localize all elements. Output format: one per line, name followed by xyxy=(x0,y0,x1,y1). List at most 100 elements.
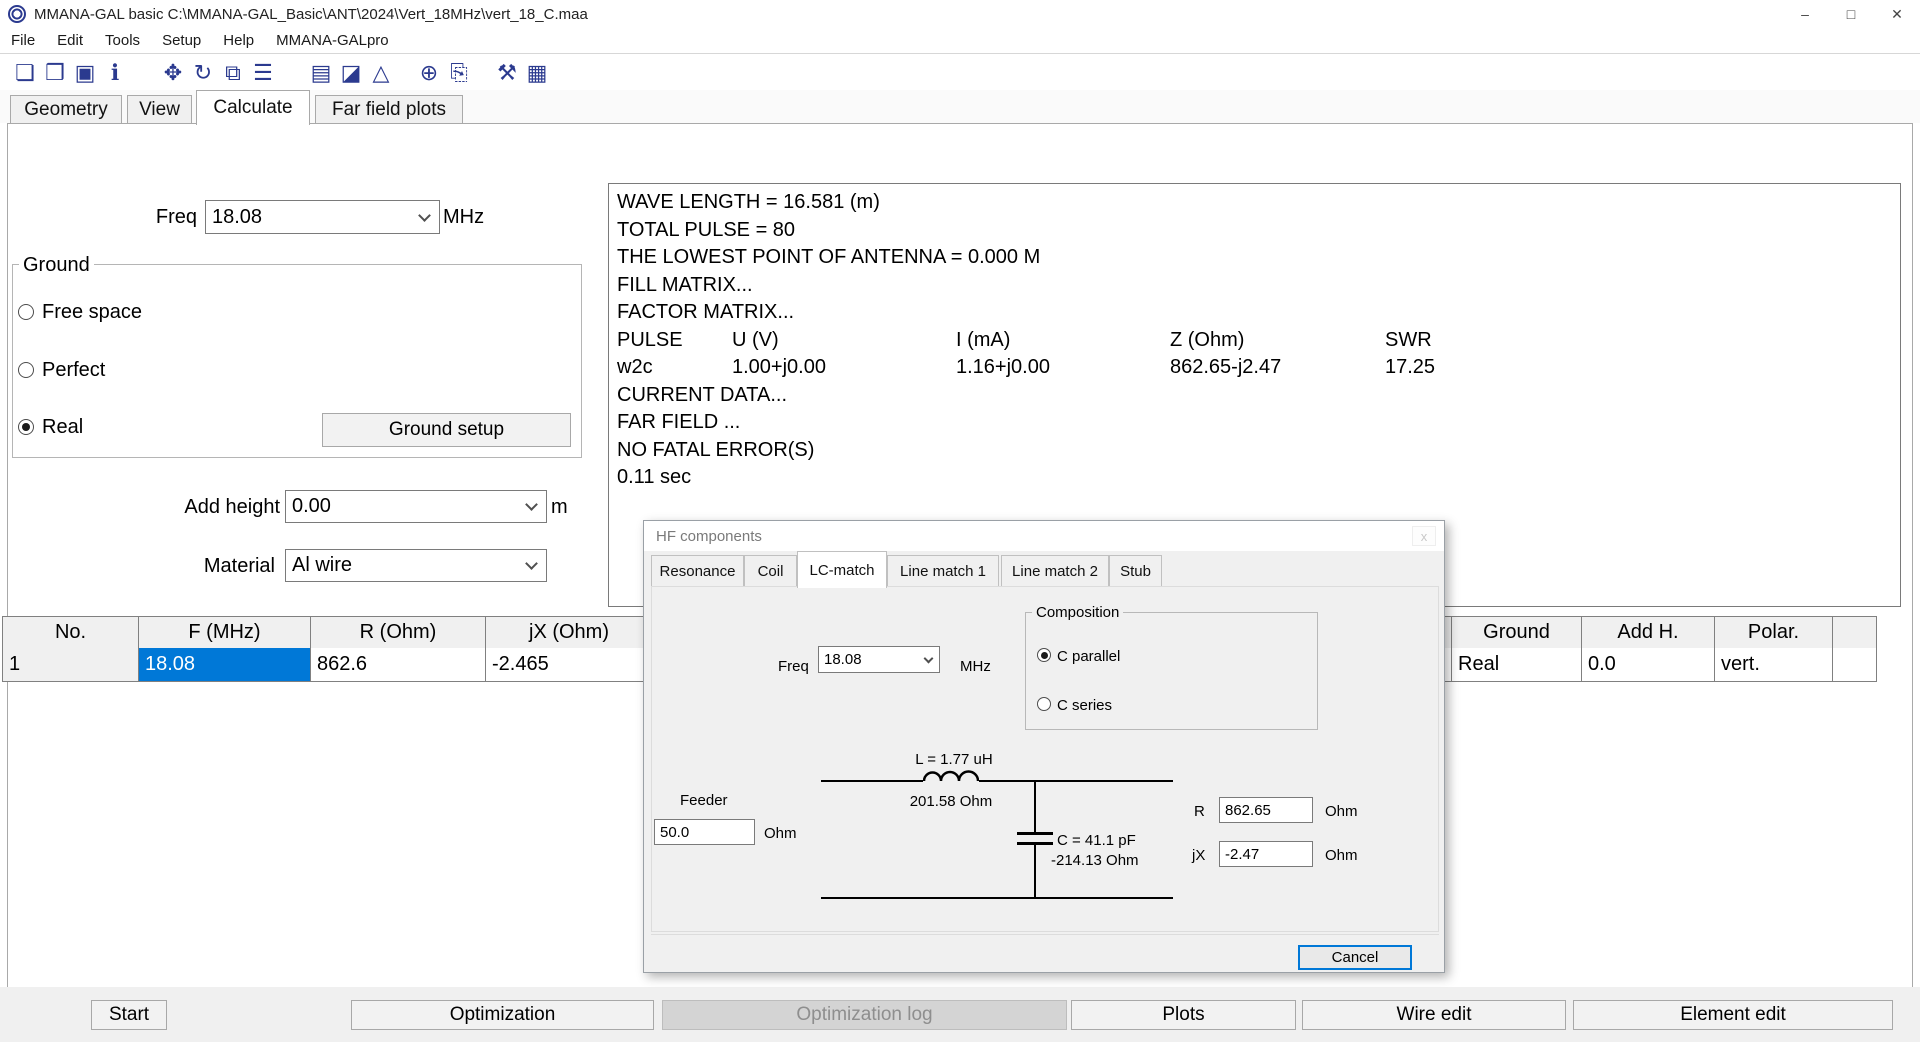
settings-sliders-icon[interactable]: ☰ xyxy=(248,58,278,88)
output-line: FAR FIELD ... xyxy=(617,411,740,434)
cancel-button[interactable]: Cancel xyxy=(1298,945,1412,970)
column-header-jx: jX (Ohm) xyxy=(485,616,653,649)
start-button[interactable]: Start xyxy=(91,1000,167,1030)
output-line: WAVE LENGTH = 16.581 (m) xyxy=(617,191,880,214)
dialog-tab-coil[interactable]: Coil xyxy=(744,555,797,587)
row-cell-ground[interactable]: Real xyxy=(1451,648,1582,682)
c-series-label: C series xyxy=(1057,697,1112,714)
element-edit-button[interactable]: Element edit xyxy=(1573,1000,1893,1030)
ground-perfect-label: Perfect xyxy=(42,359,105,382)
row-cell-f-selected[interactable]: 18.08 xyxy=(138,648,311,682)
tab-calculate[interactable]: Calculate xyxy=(196,90,310,125)
dialog-tab-line-match-1[interactable]: Line match 1 xyxy=(887,555,999,587)
capacitor-plate-top xyxy=(1017,832,1053,835)
circuit-wire-bottom xyxy=(821,897,1173,899)
material-label: Material xyxy=(150,555,275,578)
tab-far-field-plots[interactable]: Far field plots xyxy=(315,95,463,123)
chevron-down-icon[interactable] xyxy=(418,209,431,222)
optimization-log-button: Optimization log xyxy=(662,1000,1067,1030)
wire-list-icon[interactable]: ▤ xyxy=(306,58,336,88)
dialog-tab-lc-match[interactable]: LC-match xyxy=(797,551,887,588)
plots-button[interactable]: Plots xyxy=(1071,1000,1296,1030)
row-cell-filler[interactable] xyxy=(1832,648,1877,682)
add-height-combobox[interactable]: 0.00 xyxy=(285,490,547,523)
composition-legend: Composition xyxy=(1032,604,1123,621)
ground-perfect-radio[interactable] xyxy=(18,362,34,378)
dialog-freq-label: Freq xyxy=(778,658,809,675)
row-cell-polar[interactable]: vert. xyxy=(1714,648,1833,682)
toolbar: ❏ ❒ ▣ ℹ ✥ ↻ ⧉ ☰ ▤ ◪ △ ⊕ ⎘ ⚒ ▦ xyxy=(0,55,1920,90)
column-header-f: F (MHz) xyxy=(138,616,311,649)
row-cell-no[interactable]: 1 xyxy=(2,648,139,682)
target-icon[interactable]: ⊕ xyxy=(414,58,444,88)
rotate-icon[interactable]: ↻ xyxy=(188,58,218,88)
new-file-icon[interactable]: ❏ xyxy=(10,58,40,88)
copy-icon[interactable]: ⎘ xyxy=(444,58,474,88)
eraser-icon[interactable]: ◪ xyxy=(336,58,366,88)
optimization-button[interactable]: Optimization xyxy=(351,1000,654,1030)
menu-help[interactable]: Help xyxy=(212,32,265,49)
capacitor-wire-top xyxy=(1034,780,1036,832)
chevron-down-icon[interactable] xyxy=(924,653,934,663)
ground-real-radio[interactable] xyxy=(18,419,34,435)
freq-combobox[interactable]: 18.08 xyxy=(205,200,440,234)
save-icon[interactable]: ▣ xyxy=(70,58,100,88)
ground-real-label: Real xyxy=(42,416,83,439)
menu-setup[interactable]: Setup xyxy=(151,32,212,49)
jx-unit-label: Ohm xyxy=(1325,847,1358,864)
output-line: 0.11 sec xyxy=(617,466,691,489)
column-header-ground: Ground xyxy=(1451,616,1582,649)
menu-mmana-galpro[interactable]: MMANA-GALpro xyxy=(265,32,400,49)
add-height-label: Add height xyxy=(150,496,280,519)
jx-input[interactable]: -2.47 xyxy=(1219,841,1313,867)
dialog-freq-combobox[interactable]: 18.08 xyxy=(818,646,940,673)
tab-view[interactable]: View xyxy=(127,95,192,123)
row-cell-jx[interactable]: -2.465 xyxy=(485,648,653,682)
dialog-footer-divider xyxy=(651,934,1439,935)
open-file-icon[interactable]: ❒ xyxy=(40,58,70,88)
maximize-button[interactable]: □ xyxy=(1828,0,1874,28)
menu-tools[interactable]: Tools xyxy=(94,32,151,49)
tab-geometry[interactable]: Geometry xyxy=(10,95,122,123)
scale-window-icon[interactable]: ⧉ xyxy=(218,58,248,88)
dialog-tab-stub[interactable]: Stub xyxy=(1109,555,1162,587)
c-parallel-radio[interactable] xyxy=(1037,648,1051,662)
chevron-down-icon[interactable] xyxy=(525,557,538,570)
app-icon xyxy=(8,5,26,23)
ground-free-space-radio[interactable] xyxy=(18,304,34,320)
menu-file[interactable]: File xyxy=(0,32,46,49)
move-icon[interactable]: ✥ xyxy=(158,58,188,88)
bottom-button-bar: Start Optimization Optimization log Plot… xyxy=(0,987,1920,1042)
ground-setup-button[interactable]: Ground setup xyxy=(322,413,571,447)
r-input[interactable]: 862.65 xyxy=(1219,797,1313,823)
dialog-title-bar[interactable]: HF components xyxy=(644,521,1444,551)
feeder-unit-label: Ohm xyxy=(764,825,797,842)
dialog-close-icon[interactable]: x xyxy=(1412,526,1436,546)
jx-label: jX xyxy=(1192,847,1205,864)
circuit-wire-top-right xyxy=(979,780,1173,782)
freq-unit-label: MHz xyxy=(443,206,484,229)
dialog-freq-value: 18.08 xyxy=(819,651,925,668)
row-cell-add-h[interactable]: 0.0 xyxy=(1581,648,1715,682)
column-header-add-h: Add H. xyxy=(1581,616,1715,649)
close-button[interactable]: ✕ xyxy=(1874,0,1920,28)
minimize-button[interactable]: – xyxy=(1782,0,1828,28)
c-parallel-label: C parallel xyxy=(1057,648,1120,665)
output-line: TOTAL PULSE = 80 xyxy=(617,219,795,242)
c-series-radio[interactable] xyxy=(1037,697,1051,711)
dialog-tab-line-match-2[interactable]: Line match 2 xyxy=(1001,555,1109,587)
menu-edit[interactable]: Edit xyxy=(46,32,94,49)
row-cell-r[interactable]: 862.6 xyxy=(310,648,486,682)
calculator-icon[interactable]: ▦ xyxy=(522,58,552,88)
wire-edit-button[interactable]: Wire edit xyxy=(1302,1000,1566,1030)
tools-icon[interactable]: ⚒ xyxy=(492,58,522,88)
inductor-symbol xyxy=(923,765,979,782)
material-combobox[interactable]: Al wire xyxy=(285,549,547,582)
dialog-tab-resonance[interactable]: Resonance xyxy=(651,555,744,587)
triangle-icon[interactable]: △ xyxy=(366,58,396,88)
dialog-freq-unit-label: MHz xyxy=(960,658,991,675)
chevron-down-icon[interactable] xyxy=(525,498,538,511)
capacitor-value-label: C = 41.1 pF xyxy=(1057,832,1136,849)
info-icon[interactable]: ℹ xyxy=(100,58,130,88)
feeder-input[interactable]: 50.0 xyxy=(654,819,755,845)
